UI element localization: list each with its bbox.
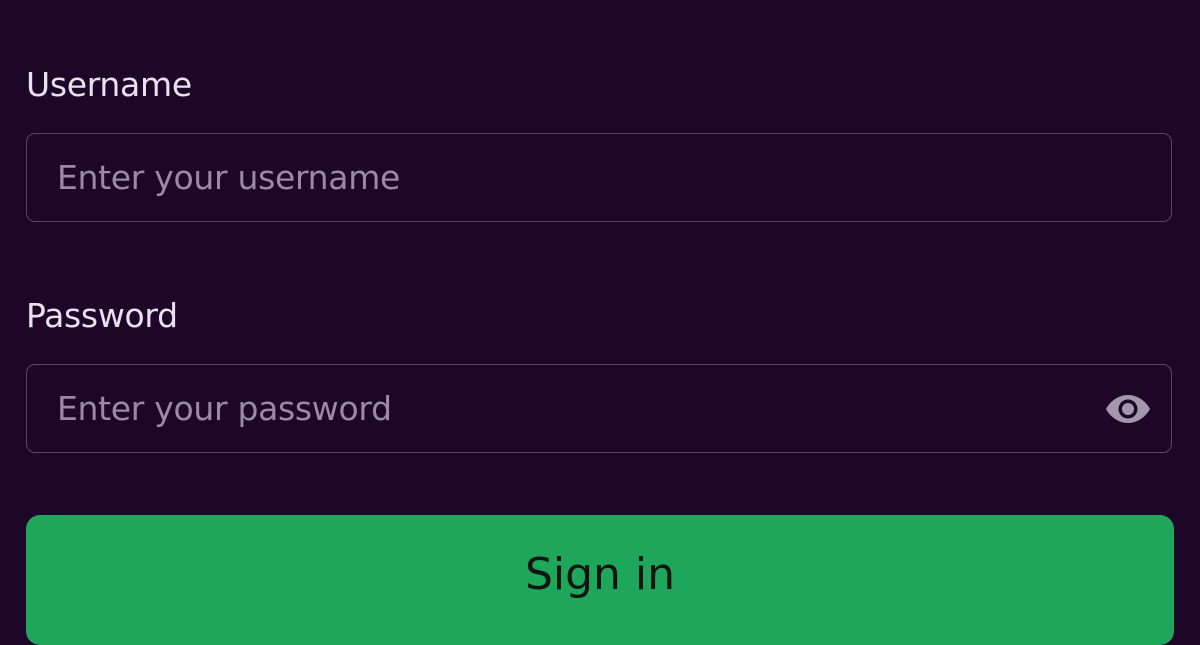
username-input[interactable] [57, 134, 1097, 221]
password-input[interactable] [57, 365, 1097, 452]
sign-in-label: Sign in [524, 549, 676, 600]
username-field[interactable] [26, 133, 1172, 222]
eye-icon[interactable] [1105, 391, 1151, 427]
username-label: Username [26, 65, 192, 104]
login-form: Username Password Sign in [26, 0, 1174, 645]
password-label: Password [26, 296, 178, 335]
password-field[interactable] [26, 364, 1172, 453]
sign-in-button[interactable]: Sign in [26, 515, 1174, 645]
